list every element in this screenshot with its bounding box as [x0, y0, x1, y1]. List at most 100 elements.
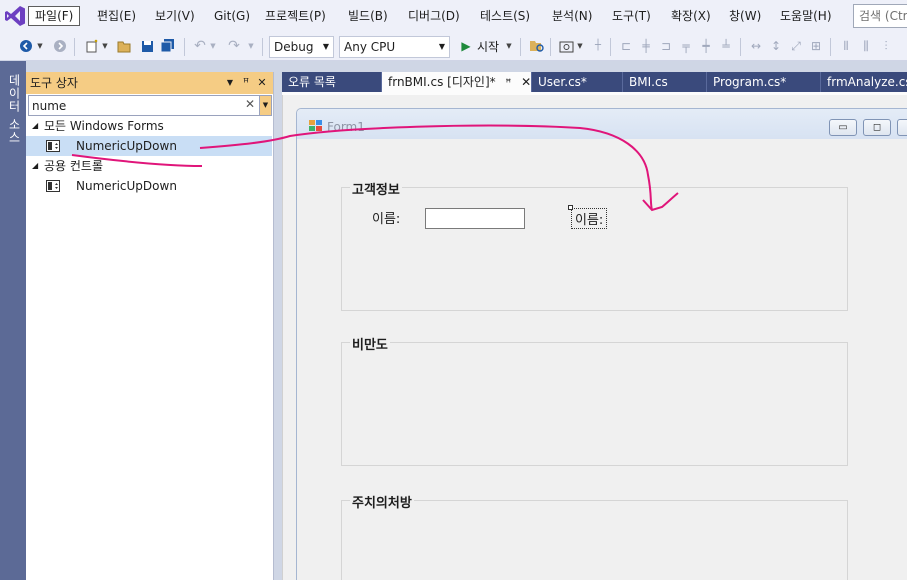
start-button[interactable]: 시작 [477, 38, 499, 56]
configuration-select[interactable]: Debug ▼ [269, 36, 334, 58]
toolbar-separator [74, 38, 75, 56]
tree-group-label: 공용 컨트롤 [44, 159, 104, 173]
redo-icon[interactable]: ↷ [226, 38, 242, 54]
tree-group-all-windows-forms[interactable]: ◢ 모든 Windows Forms [26, 116, 272, 136]
tab-program-cs[interactable]: Program.cs* [707, 72, 821, 92]
form-window[interactable]: Form1 ▭ ◻ ✕ 고객정보 이름: 이름: 비만도 주치의처방 [296, 108, 907, 580]
chevron-down-icon[interactable]: ▼ [576, 38, 584, 54]
menu-extensions[interactable]: 확장(X) [671, 7, 711, 25]
save-all-icon[interactable] [160, 38, 176, 54]
tab-label: BMI.cs [629, 75, 668, 89]
tab-label: User.cs* [538, 75, 587, 89]
toolbox-search-input[interactable] [32, 98, 232, 114]
pin-icon[interactable]: ꟸ [505, 78, 511, 89]
increase-spacing-icon[interactable]: ⫼ [858, 38, 874, 54]
align-to-grid-icon[interactable]: ┼ [590, 38, 606, 54]
align-left-icon[interactable]: ⊏ [618, 38, 634, 54]
find-in-files-icon[interactable] [528, 38, 544, 54]
groupbox-obesity[interactable]: 비만도 [341, 334, 848, 466]
tree-item-numericupdown[interactable]: NumericUpDown [26, 136, 272, 156]
groupbox-doctor-prescription[interactable]: 주치의처방 [341, 492, 848, 580]
align-middle-icon[interactable]: ┿ [698, 38, 714, 54]
numericupdown-icon [46, 140, 60, 152]
name-textbox[interactable] [425, 208, 525, 229]
undo-icon[interactable]: ↶ [192, 38, 208, 54]
groupbox-customer-info[interactable]: 고객정보 이름: 이름: [341, 179, 848, 311]
align-top-icon[interactable]: ╤ [678, 38, 694, 54]
tab-bmi-cs[interactable]: BMI.cs [623, 72, 707, 92]
make-same-height-icon[interactable]: ↕ [768, 38, 784, 54]
chevron-down-icon[interactable]: ▼ [247, 38, 255, 54]
close-button[interactable]: ✕ [897, 119, 907, 136]
close-icon[interactable]: ✕ [256, 72, 268, 94]
tab-user-cs[interactable]: User.cs* [532, 72, 623, 92]
tab-frmanalyze-cs[interactable]: frmAnalyze.cs [821, 72, 907, 92]
menu-help[interactable]: 도움말(H) [780, 7, 832, 25]
chevron-down-icon[interactable]: ▼ [224, 72, 236, 94]
horizontal-spacing-icon[interactable]: ⫴ [838, 38, 854, 54]
tab-label: frmAnalyze.cs [827, 75, 907, 89]
pin-icon[interactable]: ꟸ [240, 72, 252, 94]
chevron-down-icon[interactable]: ▼ [259, 96, 271, 115]
caret-down-icon[interactable]: ◢ [32, 116, 38, 136]
save-icon[interactable] [139, 38, 155, 54]
align-right-icon[interactable]: ⊐ [658, 38, 674, 54]
tree-group-common-controls[interactable]: ◢ 공용 컨트롤 [26, 156, 272, 176]
form-titlebar: Form1 ▭ ◻ ✕ [297, 109, 907, 139]
menu-analyze[interactable]: 분석(N) [552, 7, 592, 25]
size-to-grid-icon[interactable]: ⊞ [808, 38, 824, 54]
tab-frnbmi-designer[interactable]: frnBMI.cs [디자인]* ꟸ ✕ [382, 72, 532, 92]
back-icon[interactable] [18, 38, 34, 54]
name-label[interactable]: 이름: [372, 208, 400, 227]
align-center-icon[interactable]: ╪ [638, 38, 654, 54]
menu-test[interactable]: 테스트(S) [480, 7, 530, 25]
tab-label: Program.cs* [713, 75, 787, 89]
screenshot-icon[interactable] [558, 38, 574, 54]
maximize-button[interactable]: ◻ [863, 119, 891, 136]
menu-build[interactable]: 빌드(B) [348, 7, 388, 25]
menu-file[interactable]: 파일(F) [28, 6, 81, 26]
menu-edit[interactable]: 편집(E) [97, 7, 136, 25]
search-input[interactable]: 검색 (Ctrl [853, 4, 907, 28]
chevron-down-icon[interactable]: ▼ [36, 38, 44, 54]
caret-down-icon[interactable]: ◢ [32, 156, 38, 176]
data-sources-tab[interactable]: 데이터 소스 [6, 74, 23, 144]
forward-icon[interactable] [52, 38, 68, 54]
toolbar-separator [740, 38, 741, 56]
clear-icon[interactable]: ✕ [243, 97, 257, 111]
start-play-icon[interactable]: ▶ [458, 38, 474, 54]
decrease-spacing-icon[interactable]: ⫶ [878, 38, 894, 54]
menu-git[interactable]: Git(G) [214, 7, 250, 25]
menu-view[interactable]: 보기(V) [155, 7, 195, 25]
toolbar-separator [262, 38, 263, 56]
selection-grip[interactable] [568, 205, 573, 210]
document-tab-strip: 오류 목록 frnBMI.cs [디자인]* ꟸ ✕ User.cs* BMI.… [282, 72, 907, 92]
close-icon[interactable]: ✕ [521, 75, 531, 89]
tree-item-numericupdown[interactable]: NumericUpDown [26, 176, 272, 196]
form-client-area: 고객정보 이름: 이름: 비만도 주치의처방 [305, 139, 907, 580]
new-project-icon[interactable] [84, 38, 100, 54]
chevron-down-icon: ▼ [322, 42, 329, 51]
make-same-width-icon[interactable]: ↔ [748, 38, 764, 54]
name-label-selected[interactable]: 이름: [571, 208, 608, 229]
toolbox-search-box[interactable]: ✕ ▼ [28, 95, 272, 116]
tab-error-list[interactable]: 오류 목록 [282, 72, 382, 92]
menu-tools[interactable]: 도구(T) [612, 7, 651, 25]
minimize-button[interactable]: ▭ [829, 119, 857, 136]
align-bottom-icon[interactable]: ╧ [718, 38, 734, 54]
menu-window[interactable]: 창(W) [729, 7, 761, 25]
open-folder-icon[interactable] [116, 38, 132, 54]
chevron-down-icon[interactable]: ▼ [505, 38, 513, 54]
chevron-down-icon[interactable]: ▼ [209, 38, 217, 54]
toolbox-title: 도구 상자 [30, 76, 78, 90]
minimize-icon: ▭ [838, 122, 848, 133]
form-title: Form1 [327, 120, 365, 134]
chevron-down-icon[interactable]: ▼ [101, 38, 109, 54]
make-same-size-icon[interactable]: ⤢ [788, 38, 804, 54]
form-icon [309, 120, 322, 131]
menu-project[interactable]: 프로젝트(P) [265, 7, 326, 25]
platform-select[interactable]: Any CPU ▼ [339, 36, 450, 58]
tree-item-label: NumericUpDown [76, 139, 177, 153]
toolbar-separator [830, 38, 831, 56]
menu-debug[interactable]: 디버그(D) [408, 7, 460, 25]
